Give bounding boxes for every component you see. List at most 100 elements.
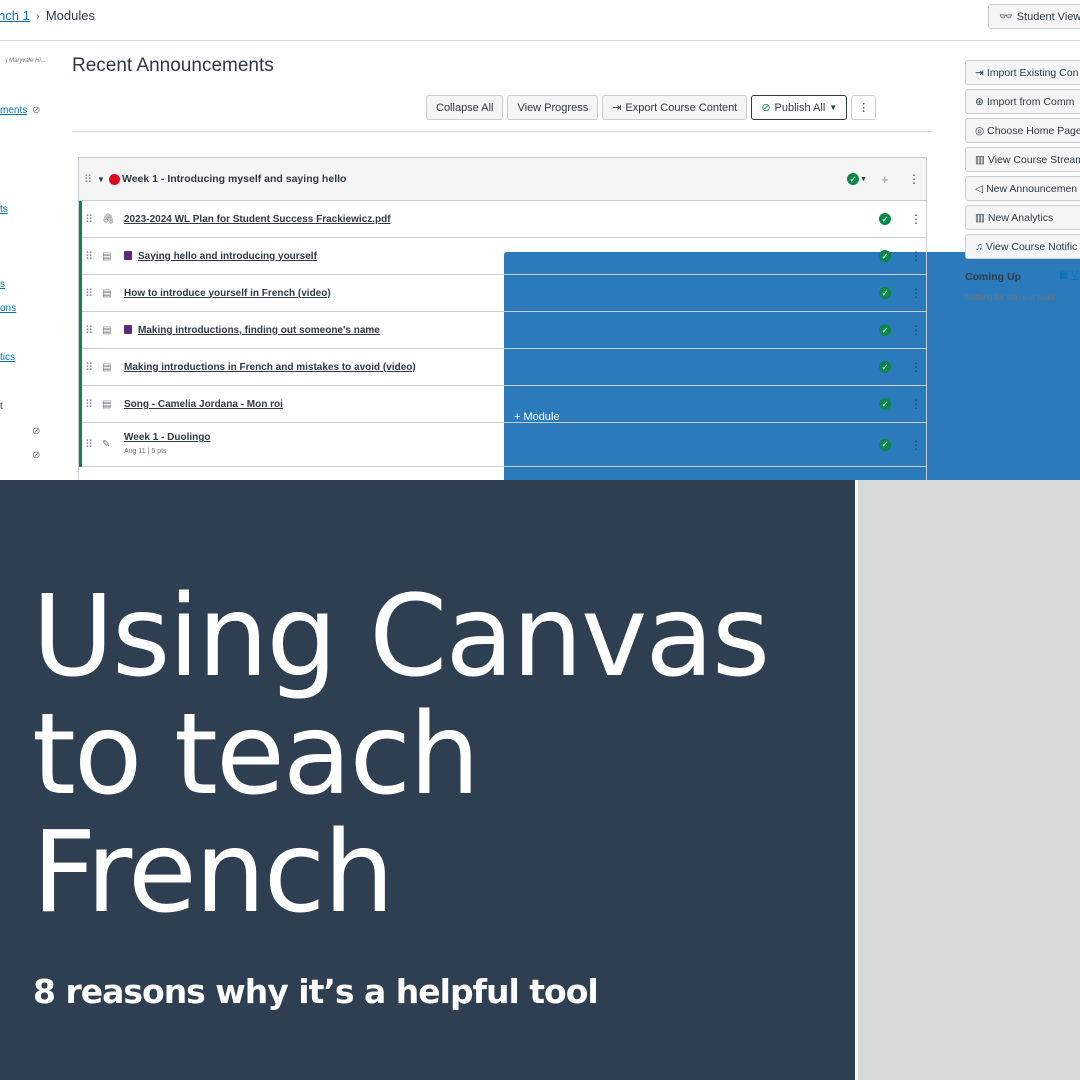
sidebar-button-label: View Course Stream	[987, 153, 1080, 166]
item-title[interactable]: Week 1 - Duolingo	[124, 432, 211, 443]
check-circle-icon: ⊘	[761, 102, 771, 114]
course-name: j Maryvale Hi...	[6, 58, 46, 64]
drag-handle-icon[interactable]: ⠿	[85, 250, 93, 263]
module-header[interactable]: ⠿ ▼ Week 1 - Introducing myself and sayi…	[79, 158, 926, 201]
item-title[interactable]: 2023-2024 WL Plan for Student Success Fr…	[124, 214, 391, 225]
calendar-icon: ▦	[1059, 270, 1069, 281]
sidebar-button-label: Import Existing Con	[986, 66, 1079, 79]
drag-handle-icon[interactable]: ⠿	[85, 438, 93, 451]
kebab-icon[interactable]: ⋮	[910, 323, 922, 337]
side-panel	[858, 480, 1080, 1080]
kebab-icon[interactable]: ⋮	[910, 212, 922, 226]
drag-handle-icon[interactable]: ⠿	[85, 287, 93, 300]
drag-handle-icon[interactable]: ⠿	[85, 324, 93, 337]
caret-down-icon: ▼	[860, 175, 867, 183]
module-item[interactable]: ⠿ ▤ Saying hello and introducing yoursel…	[82, 238, 926, 275]
published-check-icon[interactable]: ✓	[879, 398, 891, 410]
item-title: Making introductions, finding out someon…	[138, 324, 380, 336]
collapse-all-label: Collapse All	[436, 101, 494, 114]
published-check-icon[interactable]: ✓	[879, 324, 891, 336]
right-sidebar: ⇥ Import Existing Con ⊛ Import from Comm ◎…	[965, 60, 1080, 263]
module-item[interactable]: ⠿ ▤ Song - Camelia Jordana - Mon roi ✓ ⋮	[82, 386, 926, 423]
published-check-icon[interactable]: ✓	[879, 213, 891, 225]
module-item[interactable]: ⠿ 🖇 2023-2024 WL Plan for Student Succes…	[82, 201, 926, 238]
modules-toolbar: Collapse All View Progress ⇥ Export Cour…	[426, 95, 1080, 480]
item-title[interactable]: Song - Camelia Jordana - Mon roi	[124, 399, 283, 410]
headline-line: French	[32, 808, 394, 938]
published-check-icon[interactable]: ✓	[879, 438, 891, 451]
new-announcement-button[interactable]: ◁ New Announcemen	[965, 176, 1080, 201]
import-existing-content-button[interactable]: ⇥ Import Existing Con	[965, 60, 1080, 85]
publish-all-label: Publish All	[774, 101, 826, 114]
add-item-icon[interactable]: +	[881, 172, 889, 187]
kebab-icon[interactable]: ⋮	[910, 360, 922, 374]
drag-handle-icon[interactable]: ⠿	[84, 173, 92, 186]
sidebar-button-label: Import from Comm	[986, 95, 1075, 108]
published-check-icon[interactable]: ✓	[879, 361, 891, 373]
nav-link-assignments[interactable]: ts	[0, 204, 8, 215]
stream-icon: ▥	[975, 153, 985, 166]
item-title: Saying hello and introducing yourself	[138, 250, 317, 262]
sidebar-button-label: New Announcemen	[986, 182, 1078, 195]
caret-down-icon: ▼	[829, 103, 838, 112]
collapse-all-button[interactable]: Collapse All	[426, 95, 504, 120]
nav-link-announcements[interactable]: ments	[0, 105, 27, 116]
drag-handle-icon[interactable]: ⠿	[85, 361, 93, 374]
kebab-icon[interactable]: ⋮	[910, 397, 922, 411]
module-item[interactable]: ⠿ ▤ Making introductions in French and m…	[82, 349, 926, 386]
page-icon: ▤	[102, 287, 112, 299]
breadcrumb: nch 1 › Modules	[0, 8, 95, 23]
headline-line: to teach	[32, 690, 480, 820]
student-view-label: Student View	[1016, 10, 1080, 23]
breadcrumb-course-link[interactable]: nch 1	[0, 8, 30, 23]
student-view-button[interactable]: 👓 Student View	[988, 4, 1080, 29]
glasses-icon: 👓	[999, 11, 1013, 23]
view-progress-label: View Progress	[517, 101, 589, 114]
module-item[interactable]: ⠿ ▤ How to introduce yourself in French …	[82, 275, 926, 312]
headline-line: Using Canvas	[32, 572, 770, 702]
calendar-link[interactable]: ▦ V	[1059, 270, 1078, 281]
item-title[interactable]: How to introduce yourself in French (vid…	[124, 288, 331, 299]
view-course-stream-button[interactable]: ▥ View Course Stream	[965, 147, 1080, 172]
page-icon: ▤	[102, 250, 112, 262]
item-link[interactable]: Making introductions, finding out someon…	[124, 324, 380, 336]
item-link[interactable]: Saying hello and introducing yourself	[124, 250, 317, 262]
title-banner: Using Canvas to teach French 8 reasons w…	[0, 480, 855, 1080]
item-meta: Aug 11 | 5 pts	[124, 448, 167, 455]
nav-link-discussions[interactable]: ons	[0, 303, 16, 314]
module-item[interactable]: ⠿ ✎ Week 1 - Duolingo Aug 11 | 5 pts ✓ ⋮	[82, 423, 926, 467]
choose-home-page-button[interactable]: ◎ Choose Home Page	[965, 118, 1080, 143]
view-progress-button[interactable]: View Progress	[507, 95, 599, 120]
caret-down-icon[interactable]: ▼	[97, 175, 105, 184]
published-check-icon[interactable]: ✓	[879, 250, 891, 262]
module-item[interactable]: ⠿ ▤ Making introductions, finding out so…	[82, 312, 926, 349]
coming-up-empty: Nothing for the next week	[965, 293, 1056, 302]
drag-handle-icon[interactable]: ⠿	[85, 213, 93, 226]
export-course-content-button[interactable]: ⇥ Export Course Content	[602, 95, 748, 120]
divider	[72, 131, 933, 132]
nav-link-settings[interactable]: t	[0, 401, 3, 412]
analytics-icon: ▥	[975, 211, 985, 224]
megaphone-icon: ◁	[975, 182, 984, 195]
page-icon: ▤	[102, 361, 112, 373]
nav-link-pages[interactable]: s	[0, 279, 5, 290]
eye-slash-icon: ⊘	[32, 450, 41, 461]
book-icon	[124, 324, 132, 334]
publish-all-button[interactable]: ⊘ Publish All ▼	[751, 95, 848, 120]
drag-handle-icon[interactable]: ⠿	[85, 398, 93, 411]
kebab-icon[interactable]: ⋮	[908, 172, 920, 186]
view-course-notifications-button[interactable]: ♫ View Course Notific	[965, 234, 1080, 259]
kebab-icon[interactable]: ⋮	[910, 286, 922, 300]
import-from-commons-button[interactable]: ⊛ Import from Comm	[965, 89, 1080, 114]
page-icon: ▤	[102, 398, 112, 410]
module-publish-button[interactable]: ✓ ▼	[847, 169, 871, 189]
kebab-icon[interactable]: ⋮	[910, 249, 922, 263]
more-options-button[interactable]: ⋮	[851, 95, 877, 120]
nav-link-analytics[interactable]: tics	[0, 352, 15, 363]
kebab-icon[interactable]: ⋮	[910, 438, 922, 452]
item-title[interactable]: Making introductions in French and mista…	[124, 362, 416, 373]
module-week-1: ⠿ ▼ Week 1 - Introducing myself and sayi…	[78, 157, 927, 480]
new-analytics-button[interactable]: ▥ New Analytics	[965, 205, 1080, 230]
published-check-icon[interactable]: ✓	[879, 287, 891, 299]
home-page-icon: ◎	[975, 124, 985, 137]
